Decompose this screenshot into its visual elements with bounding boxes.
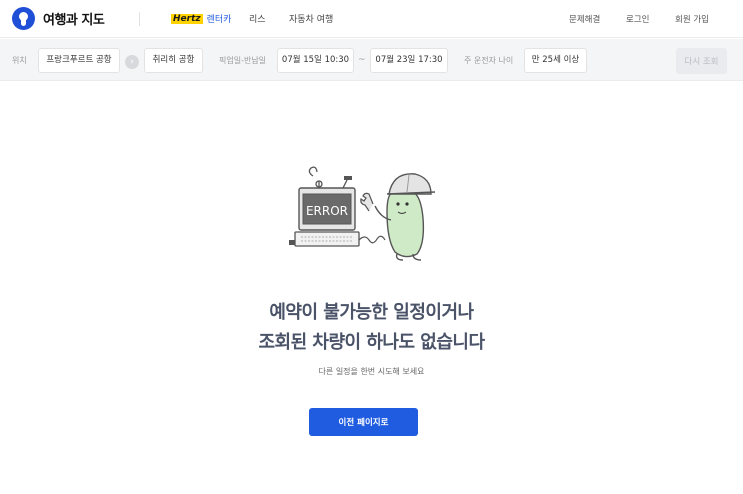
research-button[interactable]: 다시 조회 bbox=[676, 48, 727, 74]
nav-divider bbox=[139, 12, 140, 26]
nav-item-lease[interactable]: 리스 bbox=[249, 12, 266, 25]
error-robot-illustration: ERROR bbox=[289, 166, 436, 261]
previous-page-button[interactable]: 이전 페이지로 bbox=[309, 408, 418, 436]
error-headline-line-2: 조회된 차량이 하나도 없습니다 bbox=[258, 332, 485, 353]
nav-item-rentcar[interactable]: Hertz 렌터카 bbox=[171, 12, 231, 25]
signup-link[interactable]: 회원 가입 bbox=[675, 13, 709, 25]
dates-label: 픽업일-반납일 bbox=[219, 56, 267, 65]
logo-text: 여행과 지도 bbox=[43, 13, 105, 28]
error-screen-text: ERROR bbox=[306, 204, 348, 218]
driver-age-label: 주 운전자 나이 bbox=[464, 56, 514, 65]
date-separator: ~ bbox=[358, 55, 366, 65]
nav-item-car-trip[interactable]: 자동차 여행 bbox=[289, 12, 333, 25]
top-navigation-bar: 여행과 지도 Hertz 렌터카 리스 자동차 여행 문제해결 로그인 회원 가… bbox=[0, 0, 743, 38]
pickup-location-field[interactable]: 프랑크푸르트 공항 bbox=[38, 48, 120, 73]
error-subtext: 다른 일정을 한번 시도해 보세요 bbox=[318, 367, 425, 376]
map-pin-logo-icon bbox=[12, 7, 35, 30]
site-logo[interactable]: 여행과 지도 bbox=[12, 7, 105, 30]
pickup-date-field[interactable]: 07월 15일 10:30 bbox=[277, 48, 354, 73]
return-date-field[interactable]: 07월 23일 17:30 bbox=[370, 48, 448, 73]
arrow-right-icon: › bbox=[125, 55, 139, 69]
dropoff-location-field[interactable]: 취리히 공항 bbox=[144, 48, 203, 73]
login-link[interactable]: 로그인 bbox=[626, 13, 649, 25]
error-headline-line-1: 예약이 불가능한 일정이거나 bbox=[269, 302, 474, 323]
help-link[interactable]: 문제해결 bbox=[569, 13, 600, 25]
hertz-logo: Hertz bbox=[171, 13, 203, 24]
nav-rentcar-label: 렌터카 bbox=[206, 15, 232, 25]
location-label: 위치 bbox=[12, 56, 27, 65]
driver-age-field[interactable]: 만 25세 이상 bbox=[524, 48, 587, 73]
